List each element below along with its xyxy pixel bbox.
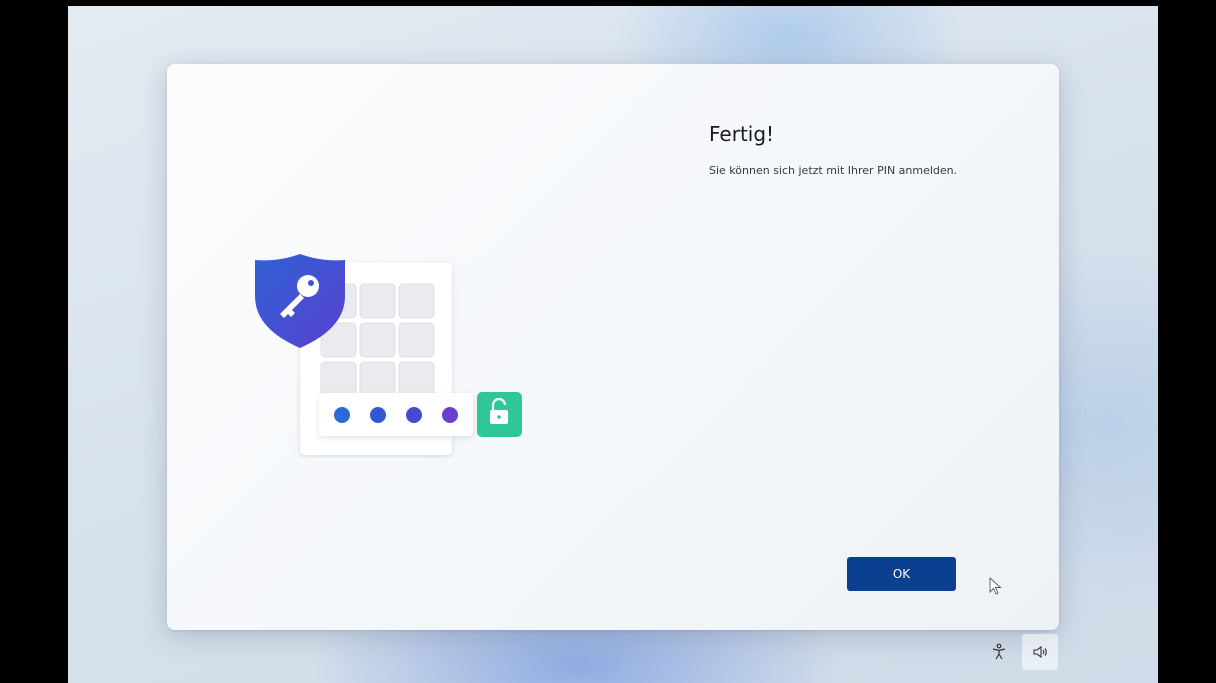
volume-button[interactable] [1022, 634, 1058, 670]
ok-button[interactable]: OK [847, 557, 956, 591]
page-title: Fertig! [709, 122, 775, 146]
volume-icon [1033, 645, 1047, 659]
oobe-screen: Fertig! Sie können sich jetzt mit Ihrer … [68, 6, 1158, 683]
setup-dialog: Fertig! Sie können sich jetzt mit Ihrer … [167, 64, 1059, 630]
mouse-cursor-icon [989, 577, 1002, 595]
accessibility-icon [992, 643, 1006, 660]
pin-illustration [253, 248, 523, 458]
page-subtitle: Sie können sich jetzt mit Ihrer PIN anme… [709, 164, 958, 177]
accessibility-button[interactable] [981, 634, 1017, 670]
unlock-icon [477, 392, 522, 437]
pin-illustration-graphic [255, 254, 522, 455]
pin-dots-icon [319, 393, 473, 436]
